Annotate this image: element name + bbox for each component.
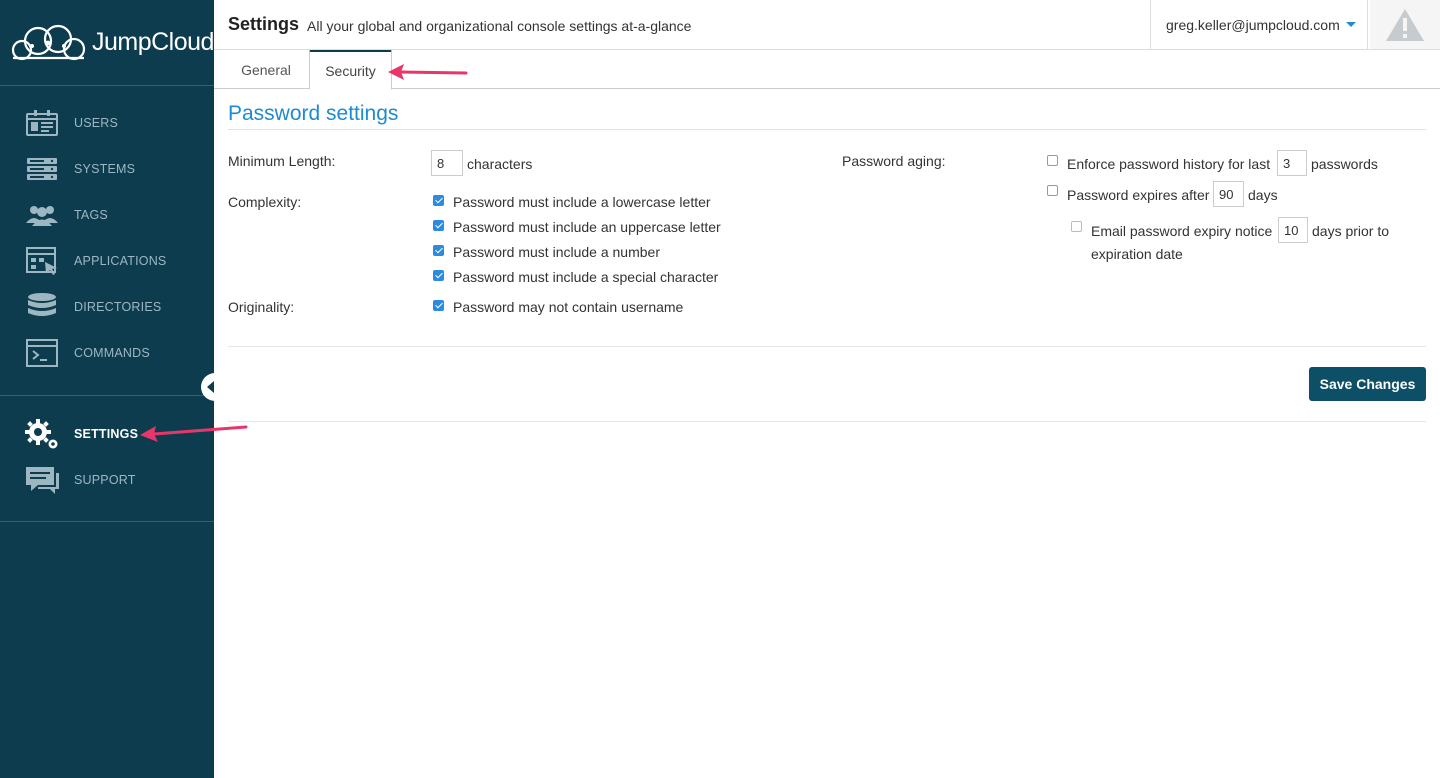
- warning-triangle-icon: [1386, 8, 1424, 41]
- alerts-button[interactable]: [1370, 0, 1440, 49]
- brand-logo[interactable]: JumpCloud: [8, 20, 214, 64]
- sidebar-item-tags[interactable]: TAGS: [0, 195, 214, 235]
- history-prefix: Enforce password history for last: [1067, 156, 1271, 172]
- page-header: Settings All your global and organizatio…: [214, 0, 1440, 50]
- no-username-checkbox[interactable]: [433, 300, 444, 311]
- lowercase-option-label: Password must include a lowercase letter: [453, 194, 711, 210]
- chevron-left-icon: [207, 381, 214, 393]
- min-length-input[interactable]: [431, 150, 463, 176]
- cloud-logo-icon: [11, 24, 86, 61]
- no-username-option-label: Password may not contain username: [453, 299, 684, 315]
- min-length-unit: characters: [467, 156, 533, 172]
- sidebar-item-users[interactable]: USERS: [0, 103, 214, 143]
- annotation-arrow-icon: [388, 64, 468, 80]
- special-char-checkbox[interactable]: [433, 270, 444, 281]
- sidebar-item-label: SUPPORT: [74, 473, 136, 487]
- min-length-label: Minimum Length:: [228, 153, 336, 169]
- sidebar-divider: [0, 521, 214, 522]
- sidebar-collapse-toggle[interactable]: [201, 373, 229, 401]
- sidebar-item-support[interactable]: SUPPORT: [0, 460, 214, 500]
- uppercase-option-label: Password must include an uppercase lette…: [453, 219, 721, 235]
- user-menu-dropdown[interactable]: greg.keller@jumpcloud.com: [1150, 0, 1368, 49]
- settings-gear-icon: [24, 418, 60, 450]
- user-email: greg.keller@jumpcloud.com: [1166, 16, 1340, 33]
- sidebar-item-label: USERS: [74, 116, 119, 130]
- originality-label: Originality:: [228, 299, 295, 315]
- password-aging-label: Password aging:: [842, 153, 946, 169]
- expires-prefix: Password expires after: [1067, 187, 1210, 203]
- lowercase-checkbox[interactable]: [433, 195, 444, 206]
- sidebar-item-label: TAGS: [74, 208, 108, 222]
- sidebar-divider: [0, 85, 214, 86]
- expiry-notice-days-input[interactable]: [1278, 217, 1308, 243]
- uppercase-checkbox[interactable]: [433, 220, 444, 231]
- support-chat-icon: [24, 464, 60, 496]
- page-subtitle: All your global and organizational conso…: [307, 18, 692, 34]
- sidebar: JumpCloud USERS SYSTEMS TAGS APPLICATION…: [0, 0, 214, 778]
- sidebar-item-label: SETTINGS: [74, 427, 139, 441]
- section-title: Password settings: [228, 102, 399, 125]
- complexity-label: Complexity:: [228, 194, 302, 210]
- expires-suffix: days: [1248, 187, 1278, 203]
- expires-checkbox[interactable]: [1047, 185, 1058, 196]
- applications-icon: [24, 245, 60, 277]
- brand-name: JumpCloud: [92, 27, 214, 56]
- save-changes-button[interactable]: Save Changes: [1309, 367, 1426, 401]
- history-suffix: passwords: [1311, 156, 1378, 172]
- expiry-notice-checkbox[interactable]: [1071, 221, 1082, 232]
- form-divider: [228, 421, 1426, 422]
- history-count-input[interactable]: [1277, 150, 1307, 176]
- section-divider: [228, 129, 1426, 130]
- sidebar-item-commands[interactable]: COMMANDS: [0, 333, 214, 373]
- sidebar-item-label: DIRECTORIES: [74, 300, 162, 314]
- tags-icon: [24, 199, 60, 231]
- commands-icon: [24, 337, 60, 369]
- sidebar-item-label: APPLICATIONS: [74, 254, 167, 268]
- number-option-label: Password must include a number: [453, 244, 660, 260]
- page-title: Settings: [228, 14, 300, 34]
- sidebar-item-label: SYSTEMS: [74, 162, 136, 176]
- special-char-option-label: Password must include a special characte…: [453, 269, 719, 285]
- sidebar-item-directories[interactable]: DIRECTORIES: [0, 287, 214, 327]
- expiry-notice-prefix: Email password expiry notice: [1091, 223, 1273, 239]
- number-checkbox[interactable]: [433, 245, 444, 256]
- expires-days-input[interactable]: [1213, 181, 1244, 207]
- sidebar-divider: [0, 395, 214, 396]
- caret-down-icon: [1345, 22, 1356, 27]
- users-icon: [24, 107, 60, 139]
- sidebar-item-systems[interactable]: SYSTEMS: [0, 149, 214, 189]
- history-checkbox[interactable]: [1047, 155, 1058, 166]
- tab-general[interactable]: General: [228, 50, 304, 89]
- form-divider: [228, 346, 1426, 347]
- expiry-notice-suffix: days prior to: [1312, 223, 1390, 239]
- tab-security[interactable]: Security: [309, 50, 392, 90]
- expiry-notice-suffix-line2: expiration date: [1091, 246, 1183, 262]
- directories-icon: [24, 291, 60, 323]
- annotation-arrow-icon: [140, 425, 248, 442]
- sidebar-item-label: COMMANDS: [74, 346, 150, 360]
- sidebar-item-applications[interactable]: APPLICATIONS: [0, 241, 214, 281]
- systems-icon: [24, 153, 60, 185]
